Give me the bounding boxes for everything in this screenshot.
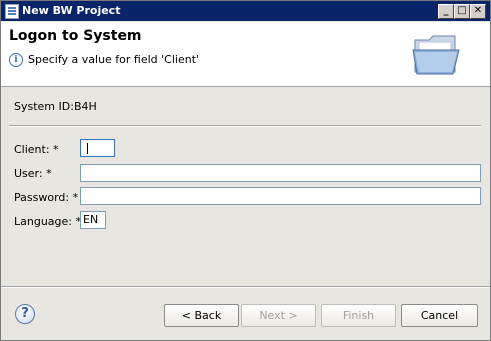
back-button[interactable]: < Back <box>164 304 239 327</box>
new-bw-project-dialog: New BW Project _ □ ✕ Logon to System i S… <box>0 0 491 341</box>
info-icon: i <box>9 53 23 67</box>
cancel-button[interactable]: Cancel <box>401 304 478 327</box>
language-label: Language: * <box>14 215 81 228</box>
system-id-value: B4H <box>74 100 97 113</box>
client-input[interactable] <box>80 139 115 157</box>
next-button[interactable]: Next > <box>241 304 316 327</box>
user-input[interactable] <box>80 164 481 182</box>
close-button[interactable]: ✕ <box>470 4 486 19</box>
client-label: Client: * <box>14 143 59 156</box>
separator <box>9 125 481 127</box>
minimize-button[interactable]: _ <box>438 4 454 19</box>
text-cursor <box>87 143 88 154</box>
wizard-header: Logon to System i Specify a value for fi… <box>1 22 490 87</box>
help-icon[interactable]: ? <box>15 304 35 324</box>
finish-button[interactable]: Finish <box>321 304 396 327</box>
password-input[interactable] <box>80 187 481 205</box>
open-folder-icon <box>412 35 460 75</box>
window-title: New BW Project <box>22 4 121 17</box>
app-window-icon <box>5 4 19 19</box>
footer-separator <box>1 286 490 288</box>
maximize-button[interactable]: □ <box>454 4 470 19</box>
language-input[interactable]: EN <box>80 211 106 229</box>
system-id-label: System ID: <box>14 100 74 113</box>
title-bar[interactable]: New BW Project _ □ ✕ <box>1 1 490 21</box>
header-message: Specify a value for field 'Client' <box>28 53 200 66</box>
password-label: Password: * <box>14 191 79 204</box>
page-title: Logon to System <box>9 28 142 44</box>
user-label: User: * <box>14 167 52 180</box>
